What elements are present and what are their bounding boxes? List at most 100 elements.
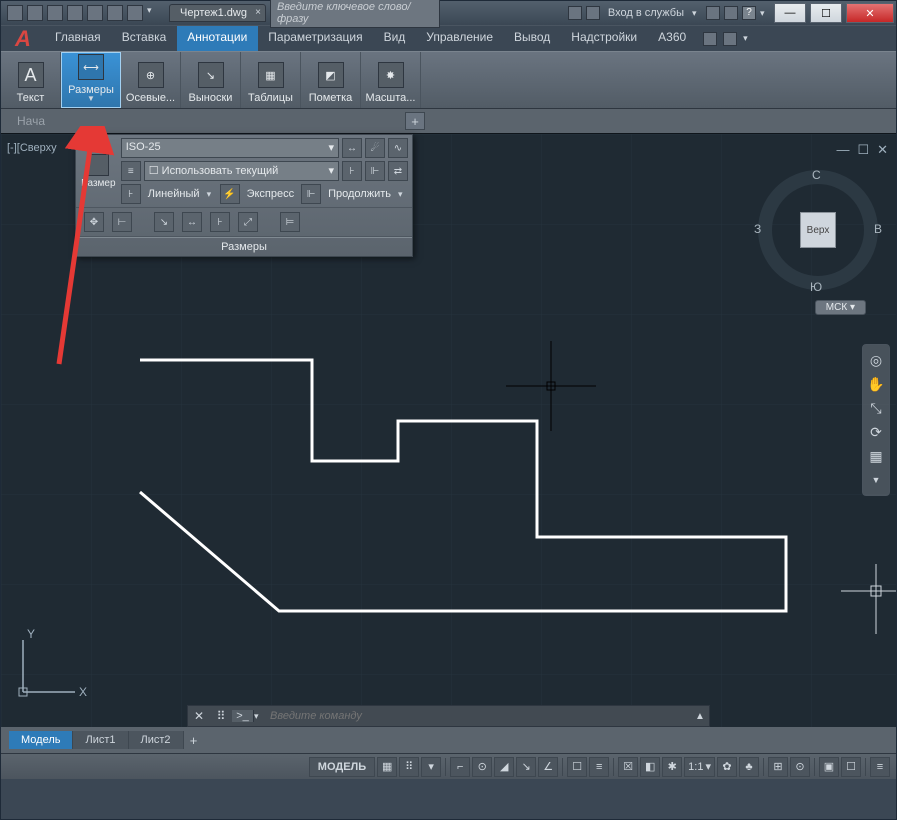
status-custom-icon[interactable]: ≡ xyxy=(870,757,890,777)
status-clean-icon[interactable]: ☐ xyxy=(841,757,861,777)
dim-quick-icon[interactable]: ⚡ xyxy=(220,184,240,204)
status-lwt-icon[interactable]: ≡ xyxy=(589,757,609,777)
qat-undo-icon[interactable] xyxy=(107,5,123,21)
status-otrack-icon[interactable]: ∠ xyxy=(538,757,558,777)
cmdline-history-icon[interactable]: ▲ xyxy=(691,711,709,722)
ribbon-tables-button[interactable]: ▦ Таблицы xyxy=(241,52,301,108)
zoom-extents-icon[interactable]: ⤡ xyxy=(867,399,885,417)
nav-expand-icon[interactable]: ▼ xyxy=(867,471,885,489)
status-polar-icon[interactable]: ⊙ xyxy=(472,757,492,777)
menu-output[interactable]: Вывод xyxy=(504,26,561,51)
dim-override-icon[interactable]: ☄ xyxy=(365,138,385,158)
status-iso-icon[interactable]: ◢ xyxy=(494,757,514,777)
status-hw-icon[interactable]: ▣ xyxy=(819,757,839,777)
menu-addins[interactable]: Надстройки xyxy=(561,26,648,51)
dim-tool-7-icon[interactable]: ⊨ xyxy=(280,212,300,232)
viewcube-west[interactable]: З xyxy=(754,222,761,236)
dim-linear-icon[interactable]: ⊦ xyxy=(121,184,141,204)
dim-tool-2-icon[interactable]: ⊢ xyxy=(112,212,132,232)
viewcube-north[interactable]: С xyxy=(812,168,821,182)
ribbon-text-button[interactable]: A Текст xyxy=(1,52,61,108)
pan-icon[interactable]: ✋ xyxy=(867,375,885,393)
ribbon-markup-button[interactable]: ◩ Пометка xyxy=(301,52,361,108)
cmdline-close-icon[interactable]: ✕ xyxy=(188,709,210,723)
qat-save-icon[interactable] xyxy=(47,5,63,21)
status-snap-icon[interactable]: ⠿ xyxy=(399,757,419,777)
status-sc-icon[interactable]: ✱ xyxy=(662,757,682,777)
dim-update-icon[interactable]: ↔ xyxy=(342,138,362,158)
ribbon-dimensions-button[interactable]: ⟷ Размеры ▼ xyxy=(61,52,121,108)
cmdline-handle-icon[interactable]: ⠿ xyxy=(210,709,232,723)
minimize-button[interactable]: — xyxy=(774,3,806,23)
user-icon[interactable] xyxy=(586,6,600,20)
dim-tool-1-icon[interactable]: ✥ xyxy=(84,212,104,232)
menu-extra-icon-2[interactable] xyxy=(723,32,737,46)
showmotion-icon[interactable]: ▦ xyxy=(867,447,885,465)
qat-new-icon[interactable] xyxy=(7,5,23,21)
dim-continue-button[interactable]: Продолжить xyxy=(324,188,395,200)
file-tab[interactable]: Чертеж1.dwg xyxy=(169,4,266,22)
a360-icon[interactable] xyxy=(724,6,738,20)
menu-parametric[interactable]: Параметризация xyxy=(258,26,373,51)
status-ortho-icon[interactable]: ⌐ xyxy=(450,757,470,777)
status-scale-button[interactable]: 1:1 ▾ xyxy=(684,757,715,777)
dim-express-button[interactable]: Экспресс xyxy=(243,188,299,200)
app-logo[interactable]: A xyxy=(1,26,45,51)
status-monitor-icon[interactable]: ⊙ xyxy=(790,757,810,777)
viewcube-face[interactable]: Верх xyxy=(800,212,836,248)
dim-break-icon[interactable]: ⊦ xyxy=(342,161,362,181)
viewport-maximize-icon[interactable]: ☐ xyxy=(857,142,869,158)
exchange-icon[interactable] xyxy=(706,6,720,20)
layout-add-button[interactable]: + xyxy=(184,733,204,748)
status-osnap-icon[interactable]: ↘ xyxy=(516,757,536,777)
wcs-badge[interactable]: МСК ▾ xyxy=(815,300,866,315)
status-qp-icon[interactable]: ◧ xyxy=(640,757,660,777)
status-grid-dd-icon[interactable]: ▾ xyxy=(421,757,441,777)
dim-space-icon[interactable]: ⊩ xyxy=(365,161,385,181)
add-document-tab[interactable]: + xyxy=(405,112,425,130)
dim-style-combo[interactable]: ISO-25▾ xyxy=(121,138,339,158)
ribbon-centerlines-button[interactable]: ⊕ Осевые... xyxy=(121,52,181,108)
viewport-close-icon[interactable]: ✕ xyxy=(877,142,888,158)
dim-tool-3-icon[interactable]: ↘ xyxy=(154,212,174,232)
qat-redo-icon[interactable] xyxy=(127,5,143,21)
help-icon[interactable]: ? xyxy=(742,6,756,20)
ribbon-leaders-button[interactable]: ↘ Выноски xyxy=(181,52,241,108)
flyout-title[interactable]: Размеры xyxy=(76,237,412,256)
menu-manage[interactable]: Управление xyxy=(416,26,504,51)
help-dropdown-icon[interactable]: ▾ xyxy=(760,8,770,19)
dim-layer-combo[interactable]: ☐ Использовать текущий▾ xyxy=(144,161,339,181)
orbit-icon[interactable]: ⟳ xyxy=(867,423,885,441)
viewcube[interactable]: С В Ю З Верх xyxy=(758,170,878,290)
search-input[interactable]: Введите ключевое слово/фразу xyxy=(270,0,440,28)
dim-tool-5-icon[interactable]: ⊦ xyxy=(210,212,230,232)
drawing-canvas[interactable]: [-][Сверху — ☐ ✕ С В Ю З Верх МСК ▾ ◎ ✋ … xyxy=(1,133,896,753)
status-dyn-icon[interactable]: ☐ xyxy=(567,757,587,777)
status-ws-icon[interactable]: ⊞ xyxy=(768,757,788,777)
menu-extra-dropdown-icon[interactable]: ▾ xyxy=(743,33,753,44)
qat-saveas-icon[interactable] xyxy=(67,5,83,21)
layout-tab-sheet1[interactable]: Лист1 xyxy=(73,731,128,749)
login-link[interactable]: Вход в службы xyxy=(604,7,688,19)
viewport-minimize-icon[interactable]: — xyxy=(836,142,849,158)
menu-view[interactable]: Вид xyxy=(374,26,417,51)
status-tpy-icon[interactable]: ☒ xyxy=(618,757,638,777)
status-annoscale-icon[interactable]: ♣ xyxy=(739,757,759,777)
layout-tab-sheet2[interactable]: Лист2 xyxy=(129,731,184,749)
menu-annotations[interactable]: Аннотации xyxy=(177,26,258,51)
status-grid-icon[interactable]: ▦ xyxy=(377,757,397,777)
qat-dropdown-icon[interactable]: ▾ xyxy=(147,5,157,21)
menu-home[interactable]: Главная xyxy=(45,26,112,51)
login-dropdown-icon[interactable]: ▾ xyxy=(692,8,702,19)
dimension-main-button[interactable]: Размер xyxy=(80,154,117,189)
status-model-button[interactable]: МОДЕЛЬ xyxy=(309,757,375,777)
dim-jog-icon[interactable]: ⇄ xyxy=(388,161,408,181)
command-input[interactable] xyxy=(264,710,691,722)
qat-open-icon[interactable] xyxy=(27,5,43,21)
layout-tab-model[interactable]: Модель xyxy=(9,731,73,749)
command-line[interactable]: ✕ ⠿ >_ ▾ ▲ xyxy=(187,705,710,727)
menu-extra-icon-1[interactable] xyxy=(703,32,717,46)
status-gear-icon[interactable]: ✿ xyxy=(717,757,737,777)
start-tab[interactable]: Нача xyxy=(9,112,53,130)
dim-tool-6-icon[interactable]: ⤢ xyxy=(238,212,258,232)
